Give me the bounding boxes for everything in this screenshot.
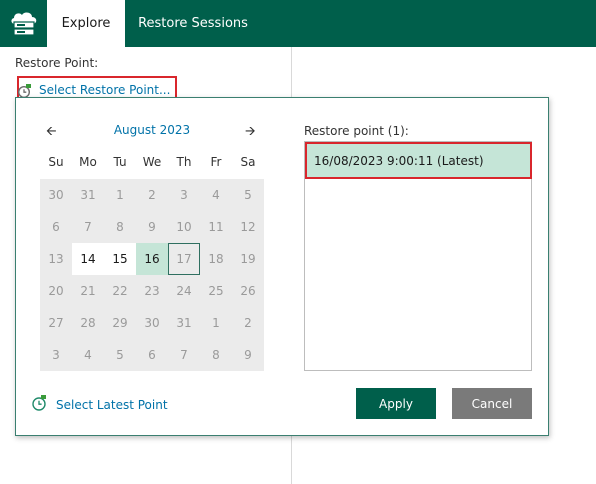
calendar-day: 5 bbox=[116, 348, 124, 362]
calendar-day: 30 bbox=[48, 188, 64, 202]
calendar-day: 12 bbox=[240, 220, 256, 234]
calendar-day: 29 bbox=[112, 316, 128, 330]
calendar-day[interactable]: 14 bbox=[72, 243, 104, 275]
calendar-day: 8 bbox=[116, 220, 124, 234]
calendar-day: 3 bbox=[180, 188, 188, 202]
calendar-day: 9 bbox=[148, 220, 156, 234]
cloud-server-icon bbox=[0, 0, 47, 47]
select-latest-point-text: Select Latest Point bbox=[56, 398, 168, 412]
top-bar: Explore Restore Sessions bbox=[0, 0, 596, 47]
calendar-day: 27 bbox=[48, 316, 64, 330]
calendar-day: 11 bbox=[208, 220, 224, 234]
calendar-day: 1 bbox=[212, 316, 220, 330]
calendar-day: 8 bbox=[212, 348, 220, 362]
calendar-day: 25 bbox=[208, 284, 224, 298]
calendar-day: 31 bbox=[176, 316, 192, 330]
calendar-day: 7 bbox=[180, 348, 188, 362]
calendar-day: 17 bbox=[168, 243, 200, 275]
calendar-day: 6 bbox=[148, 348, 156, 362]
calendar-day: 23 bbox=[144, 284, 160, 298]
calendar-day: 21 bbox=[80, 284, 96, 298]
calendar-day[interactable]: 15 bbox=[104, 243, 136, 275]
restore-point-label: Restore Point: bbox=[15, 56, 99, 70]
tab-restore-sessions[interactable]: Restore Sessions bbox=[125, 0, 261, 47]
calendar-day: 4 bbox=[212, 188, 220, 202]
latest-clock-icon bbox=[31, 394, 49, 416]
calendar-day: 5 bbox=[244, 188, 252, 202]
tab-explore[interactable]: Explore bbox=[47, 0, 125, 47]
weekday-header: Tu bbox=[113, 155, 127, 169]
calendar-day: 7 bbox=[84, 220, 92, 234]
calendar-day: 4 bbox=[84, 348, 92, 362]
calendar-day: 2 bbox=[148, 188, 156, 202]
calendar-grid: 30 31 1 2 3 4 5 6 7 8 9 10 11 12 13 14 15 16 17 18 19 20 21 22 2… bbox=[40, 179, 264, 371]
calendar-month-title[interactable]: August 2023 bbox=[99, 123, 205, 137]
calendar-day: 19 bbox=[240, 252, 256, 266]
list-item[interactable]: 16/08/2023 9:00:11 (Latest) bbox=[305, 142, 532, 179]
calendar-day: 3 bbox=[52, 348, 60, 362]
arrow-right-icon[interactable]: 🡪 bbox=[245, 122, 256, 144]
calendar-day: 10 bbox=[176, 220, 192, 234]
select-latest-point-link[interactable]: Select Latest Point bbox=[31, 394, 168, 416]
calendar-day: 1 bbox=[116, 188, 124, 202]
calendar-day: 18 bbox=[208, 252, 224, 266]
arrow-left-icon[interactable]: 🡨 bbox=[46, 122, 57, 144]
calendar-day: 30 bbox=[144, 316, 160, 330]
calendar-day: 28 bbox=[80, 316, 96, 330]
calendar-day: 31 bbox=[80, 188, 96, 202]
calendar-day: 24 bbox=[176, 284, 192, 298]
weekday-header: Fr bbox=[210, 155, 222, 169]
apply-button[interactable]: Apply bbox=[356, 388, 436, 419]
calendar-day: 22 bbox=[112, 284, 128, 298]
cancel-button[interactable]: Cancel bbox=[452, 388, 532, 419]
calendar-day: 20 bbox=[48, 284, 64, 298]
weekday-header: Mo bbox=[79, 155, 97, 169]
weekday-header: Sa bbox=[240, 155, 256, 169]
calendar-day[interactable]: 16 bbox=[136, 243, 168, 275]
weekday-header: We bbox=[142, 155, 162, 169]
weekday-header: Th bbox=[176, 155, 192, 169]
calendar-day: 6 bbox=[52, 220, 60, 234]
calendar-day: 2 bbox=[244, 316, 252, 330]
calendar-day: 13 bbox=[48, 252, 64, 266]
weekday-header: Su bbox=[48, 155, 64, 169]
restore-point-list-label: Restore point (1): bbox=[304, 124, 409, 138]
calendar-day: 26 bbox=[240, 284, 256, 298]
select-restore-point-text: Select Restore Point... bbox=[39, 83, 171, 97]
calendar-day: 9 bbox=[244, 348, 252, 362]
